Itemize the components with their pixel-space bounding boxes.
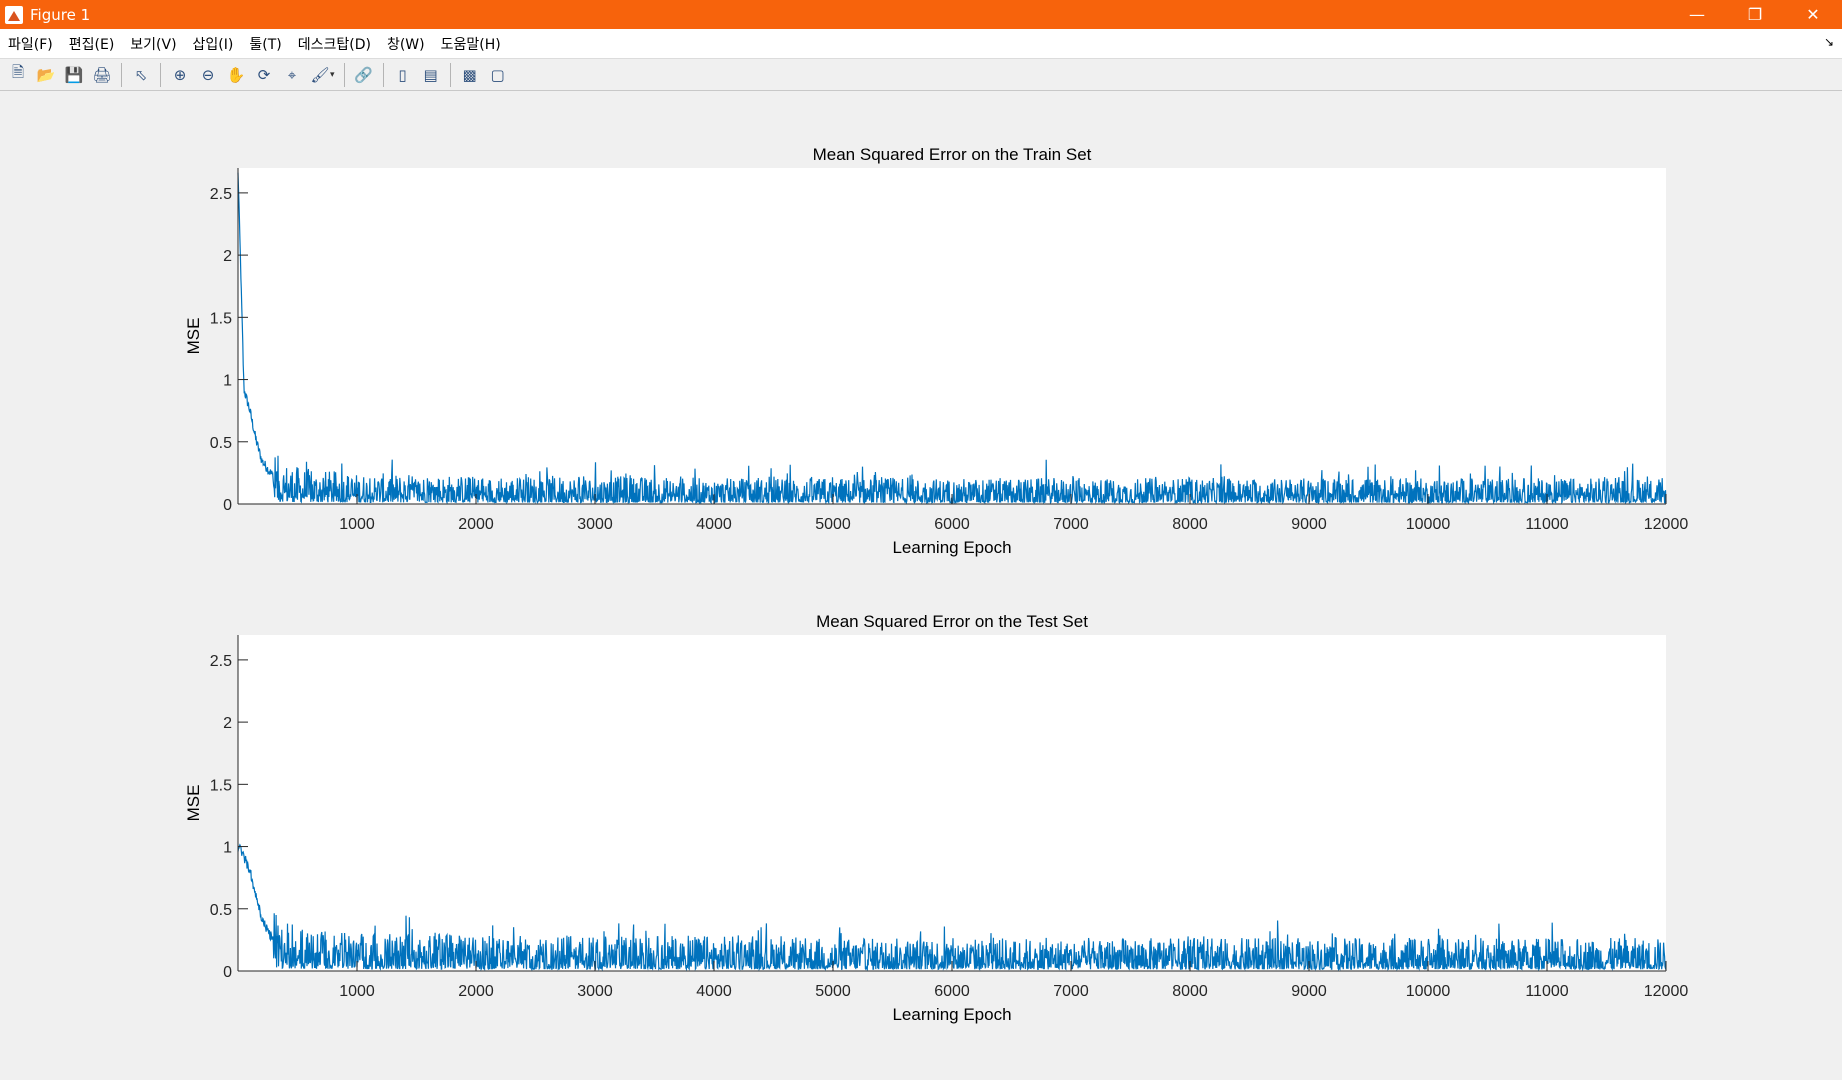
x-tick-label: 4000 [696,516,732,533]
x-tick-label: 9000 [1291,983,1327,1000]
chart-title: Mean Squared Error on the Train Set [813,145,1092,164]
toolbar-separator [343,62,345,87]
x-tick-label: 3000 [577,983,613,1000]
matlab-logo-icon [5,5,23,24]
select-arrow-icon[interactable]: ⬁ [129,63,153,87]
save-icon[interactable]: 💾 [62,63,86,87]
x-tick-label: 10000 [1406,516,1451,533]
x-tick-label: 8000 [1172,516,1208,533]
y-tick-label: 0 [223,964,232,981]
window-controls: — ❐ ✕ [1668,0,1842,29]
x-tick-label: 1000 [339,983,375,1000]
figure-toolbar: 🗎 📂 💾 🖨 ⬁ ⊕ ⊖ ✋ ⟳ ⌖ 🖌 ▾ 🔗 ▯ ▤ ▩ ▢ [0,59,1842,91]
menu-file[interactable]: 파일(F) [0,34,61,54]
menu-window[interactable]: 창(W) [379,34,433,54]
x-tick-label: 4000 [696,983,732,1000]
dock-arrow-icon[interactable]: ↘ [1824,35,1834,49]
x-tick-label: 3000 [577,516,613,533]
brush-dropdown-icon[interactable]: ▾ [330,70,335,80]
open-file-icon[interactable]: 📂 [34,63,58,87]
x-tick-label: 12000 [1644,516,1689,533]
menu-desktop[interactable]: 데스크탑(D) [290,34,379,54]
y-tick-label: 1.5 [210,310,232,327]
toolbar-separator [160,62,161,87]
x-tick-label: 2000 [458,516,494,533]
x-tick-label: 2000 [458,983,494,1000]
hide-plot-tools-icon[interactable]: ▩ [458,63,482,87]
y-tick-label: 2.5 [210,186,232,203]
y-tick-label: 2 [223,715,232,732]
y-axis-label: MSE [184,785,203,822]
x-axis-label: Learning Epoch [892,1005,1011,1024]
window-title: Figure 1 [30,5,91,24]
close-button[interactable]: ✕ [1784,0,1842,29]
menu-help[interactable]: 도움말(H) [433,34,509,54]
toolbar-separator [121,62,122,87]
y-tick-label: 1 [223,373,232,390]
legend-icon[interactable]: ▤ [419,63,443,87]
chart-title: Mean Squared Error on the Test Set [816,612,1088,631]
menu-tools[interactable]: 툴(T) [241,34,289,54]
x-tick-label: 10000 [1406,983,1451,1000]
x-axis-label: Learning Epoch [892,538,1011,557]
x-tick-label: 6000 [934,516,970,533]
data-cursor-icon[interactable]: ⌖ [280,63,304,87]
zoom-in-icon[interactable]: ⊕ [168,63,192,87]
x-tick-label: 7000 [1053,516,1089,533]
link-plot-icon[interactable]: 🔗 [352,63,376,87]
x-tick-label: 6000 [934,983,970,1000]
x-tick-label: 1000 [339,516,375,533]
subplot-test: Mean Squared Error on the Test Set 1000 2… [184,612,1688,1024]
menu-insert[interactable]: 삽입(I) [185,34,242,54]
pan-hand-icon[interactable]: ✋ [224,63,248,87]
x-tick-label: 5000 [815,516,851,533]
axes-background [238,635,1666,971]
zoom-out-icon[interactable]: ⊖ [196,63,220,87]
subplot-train: Mean Squared Error on the Train Set 1000… [184,145,1688,557]
show-plot-tools-icon[interactable]: ▢ [486,63,510,87]
x-tick-label: 11000 [1525,516,1568,533]
x-tick-label: 5000 [815,983,851,1000]
axes-background [238,168,1666,504]
restore-button[interactable]: ❐ [1726,0,1784,29]
menu-edit[interactable]: 편집(E) [61,34,123,54]
x-tick-label: 12000 [1644,983,1689,1000]
window-titlebar: Figure 1 — ❐ ✕ [0,0,1842,29]
x-tick-label: 11000 [1525,983,1568,1000]
y-tick-label: 1.5 [210,777,232,794]
brush-icon[interactable]: 🖌 [308,63,332,87]
x-tick-label: 7000 [1053,983,1089,1000]
x-tick-label: 9000 [1291,516,1327,533]
new-figure-icon[interactable]: 🗎 [6,63,30,87]
menu-view[interactable]: 보기(V) [122,34,184,54]
y-tick-label: 2 [223,248,232,265]
toolbar-separator [382,62,384,87]
y-tick-label: 0 [223,497,232,514]
menubar: 파일(F) 편집(E) 보기(V) 삽입(I) 툴(T) 데스크탑(D) 창(W… [0,29,1842,59]
y-tick-label: 2.5 [210,653,232,670]
y-axis-label: MSE [184,318,203,355]
figure-canvas: Mean Squared Error on the Train Set 1000… [184,145,1688,1024]
y-tick-label: 0.5 [210,902,232,919]
y-tick-label: 1 [223,840,232,857]
rotate-3d-icon[interactable]: ⟳ [252,63,276,87]
x-tick-label: 8000 [1172,983,1208,1000]
y-tick-label: 0.5 [210,435,232,452]
print-icon[interactable]: 🖨 [90,63,114,87]
colorbar-icon[interactable]: ▯ [391,63,415,87]
toolbar-separator [449,62,451,87]
minimize-button[interactable]: — [1668,0,1726,29]
